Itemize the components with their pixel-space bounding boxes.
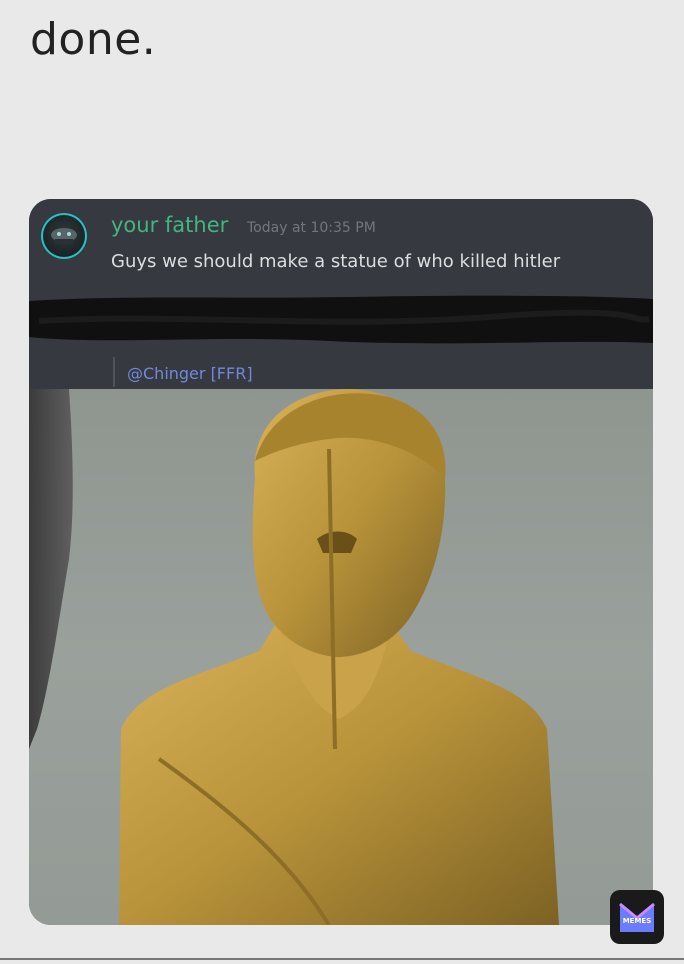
memes-logo-label: MEMES: [622, 917, 652, 925]
username[interactable]: your father: [111, 213, 228, 237]
attached-image[interactable]: [29, 389, 653, 925]
gold-statue-bust-image: [29, 389, 559, 925]
scribble-redaction: [29, 295, 653, 344]
reply-bar: [113, 357, 115, 387]
avatar[interactable]: [41, 213, 87, 259]
caption: done.: [30, 14, 157, 65]
user-mention[interactable]: @Chinger [FFR]: [127, 364, 253, 383]
avatar-glyph-icon: [51, 228, 77, 244]
message-timestamp: Today at 10:35 PM: [247, 220, 376, 236]
meme-card: your father Today at 10:35 PM Guys we sh…: [29, 199, 653, 925]
message-text: Guys we should make a statue of who kill…: [111, 251, 561, 272]
memes-app-logo[interactable]: MEMES: [610, 890, 664, 944]
discord-chat-panel: your father Today at 10:35 PM Guys we sh…: [29, 199, 653, 389]
bottom-divider: [0, 958, 684, 960]
